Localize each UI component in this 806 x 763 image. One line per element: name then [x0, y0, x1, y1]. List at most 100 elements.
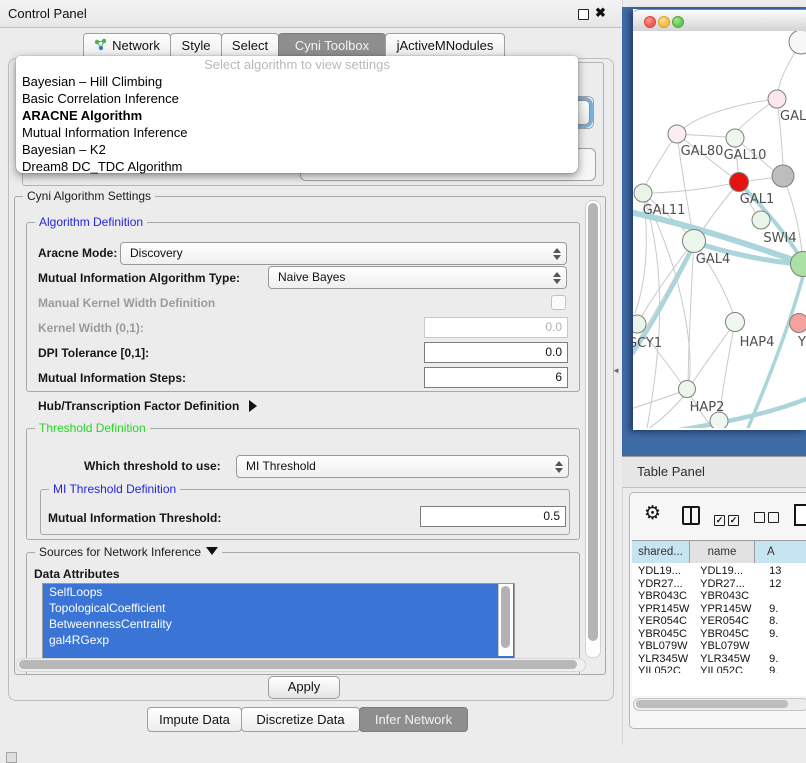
node-label: GAL10: [724, 148, 767, 163]
mi-threshold-field[interactable]: 0.5: [420, 506, 566, 527]
data-attribute-item-selected[interactable]: TopologicalCoefficient: [43, 600, 514, 616]
table-row[interactable]: YBL079WYBL079W: [632, 640, 806, 653]
combobox-stepper-icon: [553, 456, 564, 477]
node-GCY1[interactable]: [633, 315, 646, 333]
scrollbar-thumb[interactable]: [501, 586, 510, 648]
scrollbar-thumb[interactable]: [636, 700, 788, 708]
node-label: GCY1: [633, 336, 662, 351]
document-icon[interactable]: [794, 504, 806, 526]
which-threshold-combobox[interactable]: MI Threshold: [236, 455, 569, 478]
table-panel-titlebar: Table Panel: [622, 456, 806, 488]
table-cell: 9.: [763, 653, 806, 666]
tab-jactivemnodules[interactable]: jActiveMNodules: [385, 33, 505, 58]
algorithm-option[interactable]: Bayesian – Hill Climbing: [16, 73, 578, 90]
node-pink-top[interactable]: [768, 90, 786, 108]
table-panel-card: ⚙ ✓✓ shared...nameA YDL19...YDL19...13YD…: [629, 492, 806, 729]
combobox-value: MI Threshold: [246, 459, 316, 473]
data-attribute-item-selected[interactable]: SelfLoops: [43, 584, 514, 600]
table-cell: 9.: [763, 665, 806, 673]
table-cell: YDL19...: [632, 565, 694, 578]
panel-divider-arrow-icon[interactable]: ◄: [612, 366, 620, 375]
algorithm-option[interactable]: ARACNE Algorithm: [16, 107, 578, 124]
algorithm-option[interactable]: Bayesian – K2: [16, 141, 578, 158]
table-row[interactable]: YER054CYER054C8.: [632, 615, 806, 628]
mi-algorithm-type-combobox[interactable]: Naive Bayes: [268, 266, 567, 289]
settings-gear-icon[interactable]: ⚙: [644, 502, 661, 524]
tab-label: jActiveMNodules: [397, 38, 494, 53]
hub-definition-expander[interactable]: Hub/Transcription Factor Definition: [38, 399, 257, 413]
kernel-width-label: Kernel Width (0,1):: [38, 321, 144, 335]
node-GAL80[interactable]: [668, 125, 686, 143]
apply-button[interactable]: Apply: [268, 676, 340, 699]
data-attribute-item-selected[interactable]: BetweennessCentrality: [43, 616, 514, 632]
tab-select[interactable]: Select: [221, 33, 279, 58]
node-gray[interactable]: [772, 165, 794, 187]
group-title: Threshold Definition: [35, 421, 150, 435]
network-window-titlebar[interactable]: [633, 9, 806, 32]
close-icon[interactable]: ✖: [595, 5, 606, 21]
table-cell: YPR145W: [694, 603, 763, 616]
mac-minimize-button[interactable]: [658, 16, 670, 28]
network-canvas[interactable]: GALGAL80GAL10GAL1GAL11SWI4GAL4GCY1HAP4YH…: [633, 31, 806, 428]
node-salmon[interactable]: [790, 314, 806, 333]
deselect-all-checkboxes-icon[interactable]: [754, 510, 782, 528]
group-title: Algorithm Definition: [35, 215, 147, 229]
tab-infer-network[interactable]: Infer Network: [359, 707, 468, 732]
table-header: shared...nameA: [632, 540, 806, 564]
float-window-icon[interactable]: [578, 9, 589, 20]
algorithm-option[interactable]: Mutual Information Inference: [16, 124, 578, 141]
table-row[interactable]: YBR045CYBR045C9.: [632, 628, 806, 641]
table-cell: 8.: [763, 615, 806, 628]
table-row[interactable]: YIL052CYIL052C9.: [632, 665, 806, 673]
settings-horizontal-scrollbar[interactable]: [16, 658, 586, 672]
node-GAL10[interactable]: [726, 129, 744, 147]
tab-network[interactable]: Network: [83, 33, 171, 58]
algorithm-option[interactable]: Dream8 DC_TDC Algorithm: [16, 158, 578, 175]
column-header[interactable]: shared...: [632, 541, 690, 563]
node-HAP4[interactable]: [726, 313, 745, 332]
split-columns-icon[interactable]: [682, 506, 700, 525]
column-header[interactable]: A: [755, 541, 806, 563]
algorithm-option[interactable]: Basic Correlation Inference: [16, 90, 578, 107]
collapse-down-icon[interactable]: [206, 547, 218, 555]
data-attributes-label: Data Attributes: [34, 567, 120, 581]
node-GAL4[interactable]: [683, 230, 706, 253]
node-green-big[interactable]: [791, 252, 806, 277]
mac-zoom-button[interactable]: [672, 16, 684, 28]
node-label: GAL11: [643, 203, 686, 218]
tab-discretize-data[interactable]: Discretize Data: [241, 707, 360, 732]
attributes-list-scrollbar[interactable]: [498, 584, 513, 656]
table-cell: YDR27...: [632, 578, 694, 591]
mi-steps-field[interactable]: 6: [424, 367, 568, 388]
mac-close-button[interactable]: [644, 16, 656, 28]
expand-right-icon: [249, 400, 257, 412]
table-row[interactable]: YBR043CYBR043C: [632, 590, 806, 603]
table-cell: YBR045C: [632, 628, 694, 641]
settings-vertical-scrollbar[interactable]: [585, 200, 601, 658]
dpi-tolerance-field[interactable]: 0.0: [424, 342, 568, 363]
network-edge: [693, 322, 735, 382]
tab-label: Select: [232, 38, 268, 53]
manual-kernel-width-checkbox[interactable]: [551, 295, 566, 310]
tab-impute-data[interactable]: Impute Data: [147, 707, 242, 732]
table-horizontal-scrollbar[interactable]: [633, 698, 806, 711]
tab-cyni-toolbox[interactable]: Cyni Toolbox: [278, 33, 386, 58]
table-row[interactable]: YDL19...YDL19...13: [632, 565, 806, 578]
scrollbar-thumb[interactable]: [588, 203, 598, 641]
table-row[interactable]: YPR145WYPR145W9.: [632, 603, 806, 616]
kernel-width-field[interactable]: 0.0: [424, 317, 568, 338]
scrollbar-thumb[interactable]: [19, 660, 577, 669]
data-attribute-item-selected[interactable]: gal4RGexp: [43, 632, 514, 648]
column-header[interactable]: name: [690, 541, 755, 563]
node-GAL1[interactable]: [730, 173, 749, 192]
aracne-mode-combobox[interactable]: Discovery: [120, 242, 567, 265]
select-all-checkboxes-icon[interactable]: ✓✓: [714, 510, 742, 528]
table-row[interactable]: YLR345WYLR345W9.: [632, 653, 806, 666]
node-top[interactable]: [789, 31, 806, 54]
tab-style[interactable]: Style: [170, 33, 222, 58]
node-SWI4[interactable]: [752, 211, 770, 229]
node-HAP2[interactable]: [679, 381, 696, 398]
table-row[interactable]: YDR27...YDR27...12: [632, 578, 806, 591]
table-cell: YDL19...: [694, 565, 763, 578]
node-GAL11[interactable]: [634, 184, 652, 202]
